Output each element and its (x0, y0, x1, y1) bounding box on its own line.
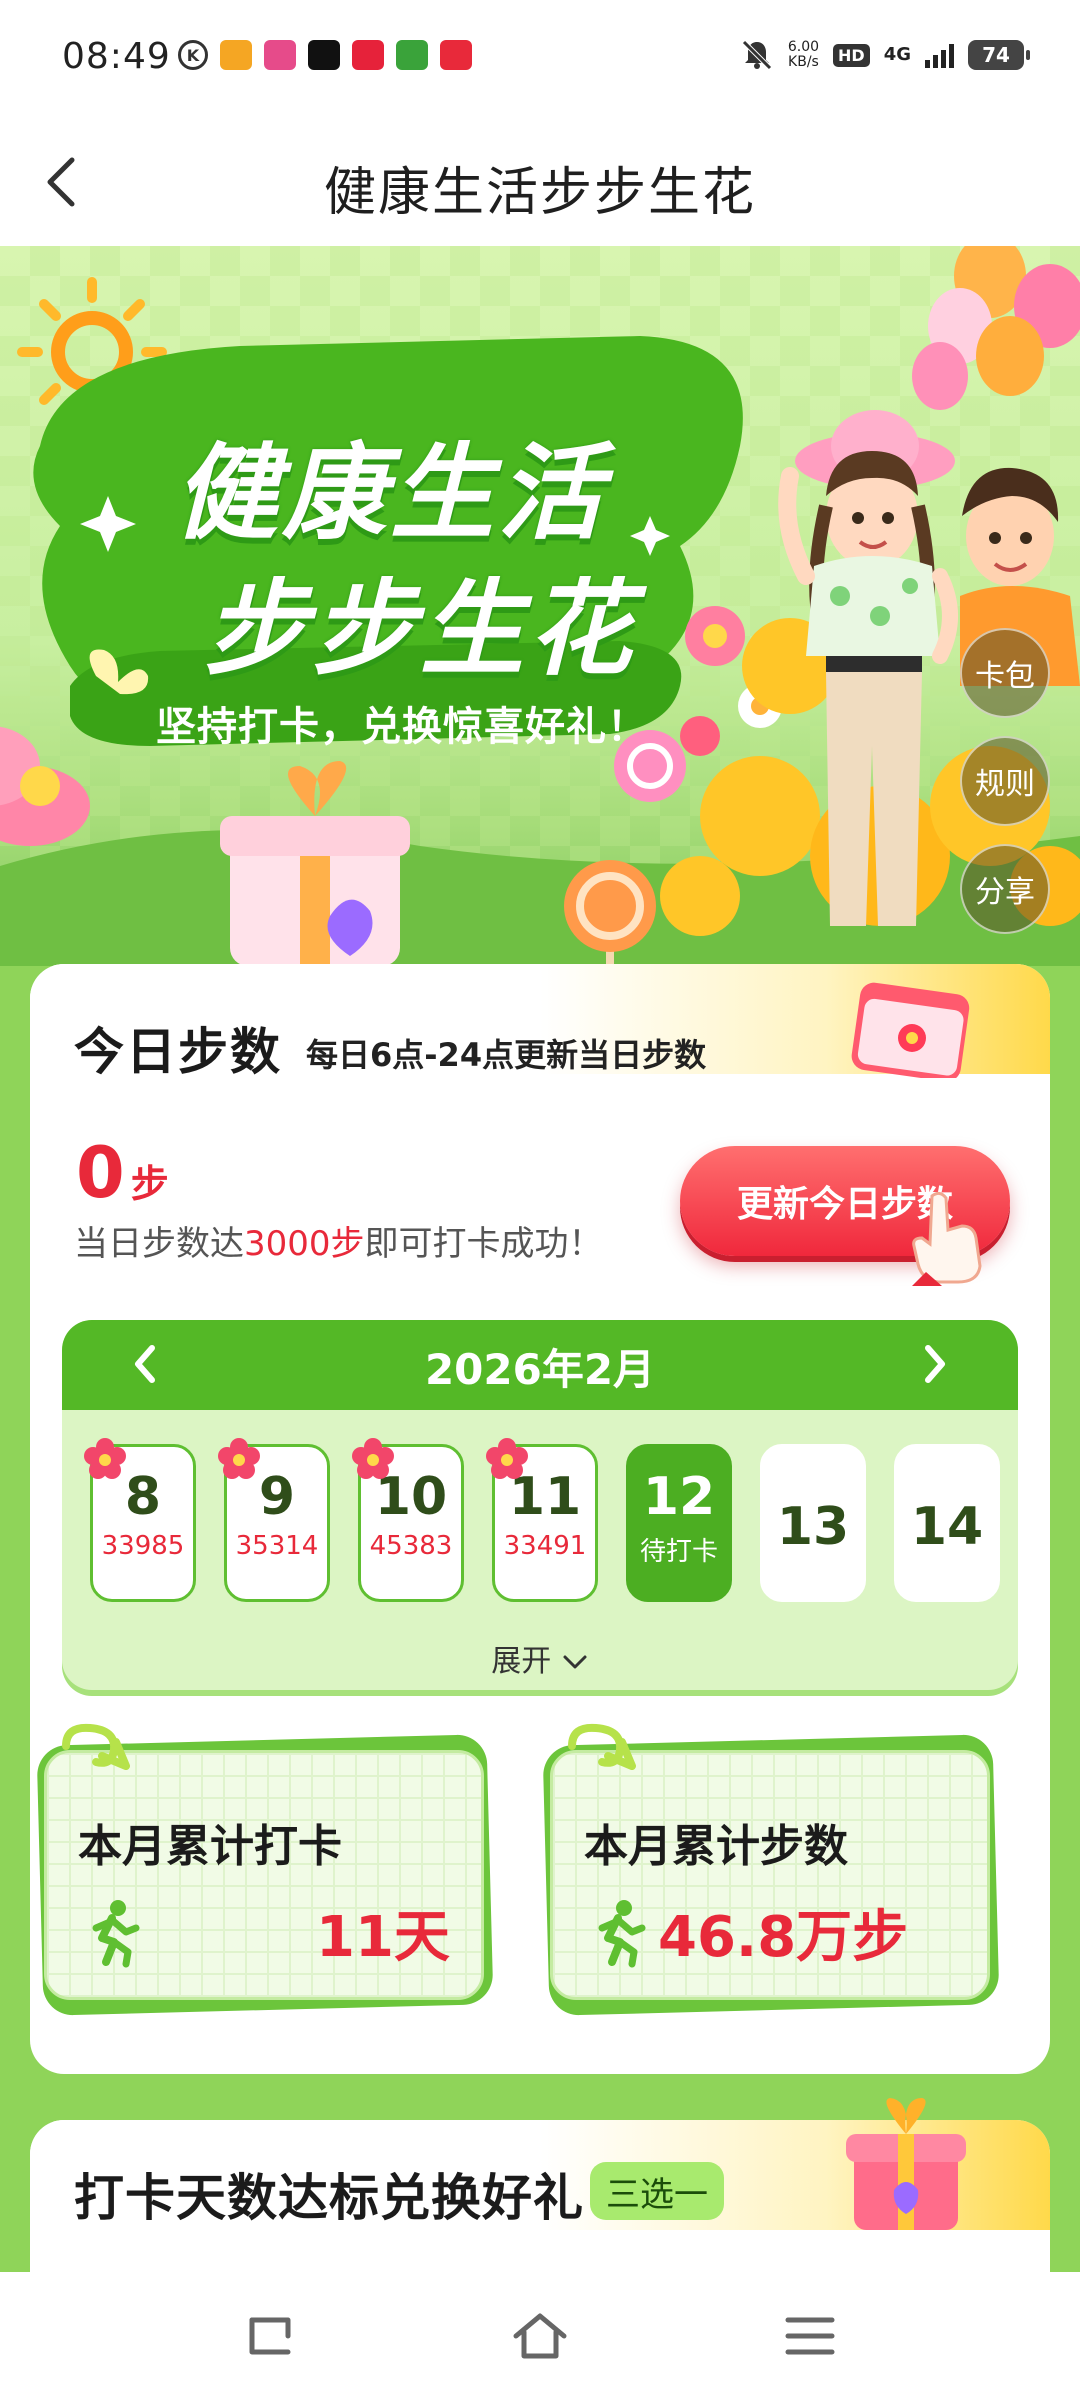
arrow-doodle-icon (568, 1723, 636, 1770)
flower-icon (352, 1438, 394, 1479)
flower-icon (486, 1438, 528, 1479)
home-nav-icon[interactable] (508, 2306, 572, 2366)
card-wallet-button[interactable]: 卡包 (960, 628, 1050, 718)
net-speed-value: 6.00 (787, 39, 820, 55)
calendar-day-11[interactable]: 11 33491 (486, 1438, 598, 1602)
game-app-icon (396, 40, 428, 70)
choose-one-badge: 三选一 (590, 2162, 724, 2220)
running-person-icon (92, 1900, 140, 1968)
mute-bell-icon (742, 40, 772, 70)
today-steps-title-text: 今日步数 (74, 1023, 282, 1081)
calendar-icon (851, 982, 970, 1078)
back-nav-icon[interactable] (238, 2306, 302, 2366)
net-speed-unit: KB/s (788, 54, 819, 70)
steps-goal-tip: 当日步数达3000步即可打卡成功！ (74, 1216, 603, 1265)
shop-app-icon (440, 40, 472, 70)
status-bar: 08:49 K 6.00 KB/s HD 4G 74 (0, 0, 1080, 118)
day-number: 14 (910, 1497, 984, 1557)
day-steps: 33985 (101, 1531, 185, 1561)
shopping-app-icon (264, 40, 296, 70)
signal-icon (925, 42, 954, 68)
app-58-icon (220, 40, 252, 70)
next-month-chevron-icon[interactable] (904, 1334, 964, 1394)
arrow-doodle-icon (62, 1723, 130, 1770)
banner-slogan: 坚持打卡，兑换惊喜好礼！ (156, 704, 648, 750)
net-speed: 6.00 KB/s (788, 40, 819, 70)
day-number: 13 (776, 1497, 850, 1557)
pointing-hand-icon (912, 1191, 982, 1286)
steps-unit: 步 (130, 1162, 169, 1206)
today-steps-count: 0步 (76, 1132, 169, 1214)
today-steps-card: 今日步数 每日6点-24点更新当日步数 0步 当日步数达3000步即可打卡成功！… (30, 964, 1050, 2074)
balloons-decoration (912, 246, 1080, 410)
system-nav-bar (0, 2272, 1080, 2400)
monthly-checkin-stat: 本月累计打卡 11天 (36, 1723, 494, 2016)
chevron-down-icon (563, 1655, 587, 1668)
day-steps: 45383 (369, 1531, 453, 1561)
page-title: 健康生活步步生花 (323, 163, 756, 223)
gift-box-decoration (220, 761, 410, 966)
checkin-calendar: 2026年2月 8 33985 9 35314 10 45383 11 3349… (62, 1320, 1018, 1690)
pink-flower-decoration (0, 726, 90, 846)
status-time: 08:49 (62, 36, 171, 77)
tip-prefix: 当日步数达 (74, 1224, 244, 1264)
calendar-day-12-today[interactable]: 12 待打卡 (626, 1444, 732, 1602)
gift-section-title-text: 打卡天数达标兑换好礼 (74, 2169, 584, 2227)
hero-banner: 健康生活 步步生花 坚持打卡，兑换惊喜好礼！ 卡包 规则 分享 (0, 246, 1080, 966)
today-steps-subtitle: 每日6点-24点更新当日步数 (306, 1036, 707, 1074)
monthly-steps-stat: 本月累计步数 46.8万步 (542, 1723, 1000, 2016)
checkin-stat-title: 本月累计打卡 (78, 1821, 342, 1872)
steps-stat-title: 本月累计步数 (584, 1821, 848, 1872)
battery-icon: 74 (968, 40, 1030, 70)
calendar-day-10[interactable]: 10 45383 (352, 1438, 464, 1602)
page: 08:49 K 6.00 KB/s HD 4G 74 健康生活步步生花 健康生活… (0, 0, 1080, 2400)
share-button[interactable]: 分享 (960, 844, 1050, 934)
expand-calendar-button[interactable]: 展开 (62, 1636, 1018, 1680)
calendar-day-14[interactable]: 14 (894, 1444, 1000, 1602)
tip-highlight: 3000步 (244, 1224, 365, 1264)
rules-button[interactable]: 规则 (960, 736, 1050, 826)
calendar-day-9[interactable]: 9 35314 (218, 1438, 330, 1602)
running-person-icon (598, 1900, 646, 1968)
day-number: 12 (642, 1467, 716, 1527)
hd-badge: HD (833, 43, 870, 67)
battery-level: 74 (982, 43, 1010, 67)
checkin-stat-value: 11天 (316, 1905, 450, 1970)
network-type: 4G (883, 44, 911, 65)
gift-section-title: 打卡天数达标兑换好礼 (74, 2158, 584, 2234)
calendar-day-8[interactable]: 8 33985 (84, 1438, 196, 1602)
tip-suffix: 即可打卡成功！ (364, 1224, 603, 1264)
red-app-icon (352, 40, 384, 70)
day-status: 待打卡 (639, 1537, 718, 1567)
status-right: 6.00 KB/s HD 4G 74 (740, 38, 1030, 72)
calendar-day-13[interactable]: 13 (760, 1444, 866, 1602)
gift-box-icon (846, 2098, 966, 2230)
menu-nav-icon[interactable] (778, 2306, 842, 2366)
nav-header: 健康生活步步生花 (0, 118, 1080, 246)
k-app-icon: K (178, 40, 208, 70)
news-app-icon (308, 40, 340, 70)
day-steps: 35314 (235, 1531, 319, 1561)
steps-stat-value: 46.8万步 (658, 1905, 909, 1970)
calendar-days-row: 8 33985 9 35314 10 45383 11 33491 12 待打卡… (84, 1438, 1000, 1602)
flower-icon (218, 1438, 260, 1479)
banner-headline-line2: 步步生花 (203, 568, 636, 690)
notification-icons: K (178, 40, 472, 70)
expand-label: 展开 (491, 1644, 552, 1679)
steps-value: 0 (76, 1132, 125, 1214)
flower-icon (84, 1438, 126, 1479)
day-steps: 33491 (503, 1531, 587, 1561)
today-steps-title: 今日步数 (74, 1012, 282, 1090)
banner-headline-line1: 健康生活 (173, 432, 606, 554)
calendar-month-label: 2026年2月 (424, 1345, 656, 1394)
